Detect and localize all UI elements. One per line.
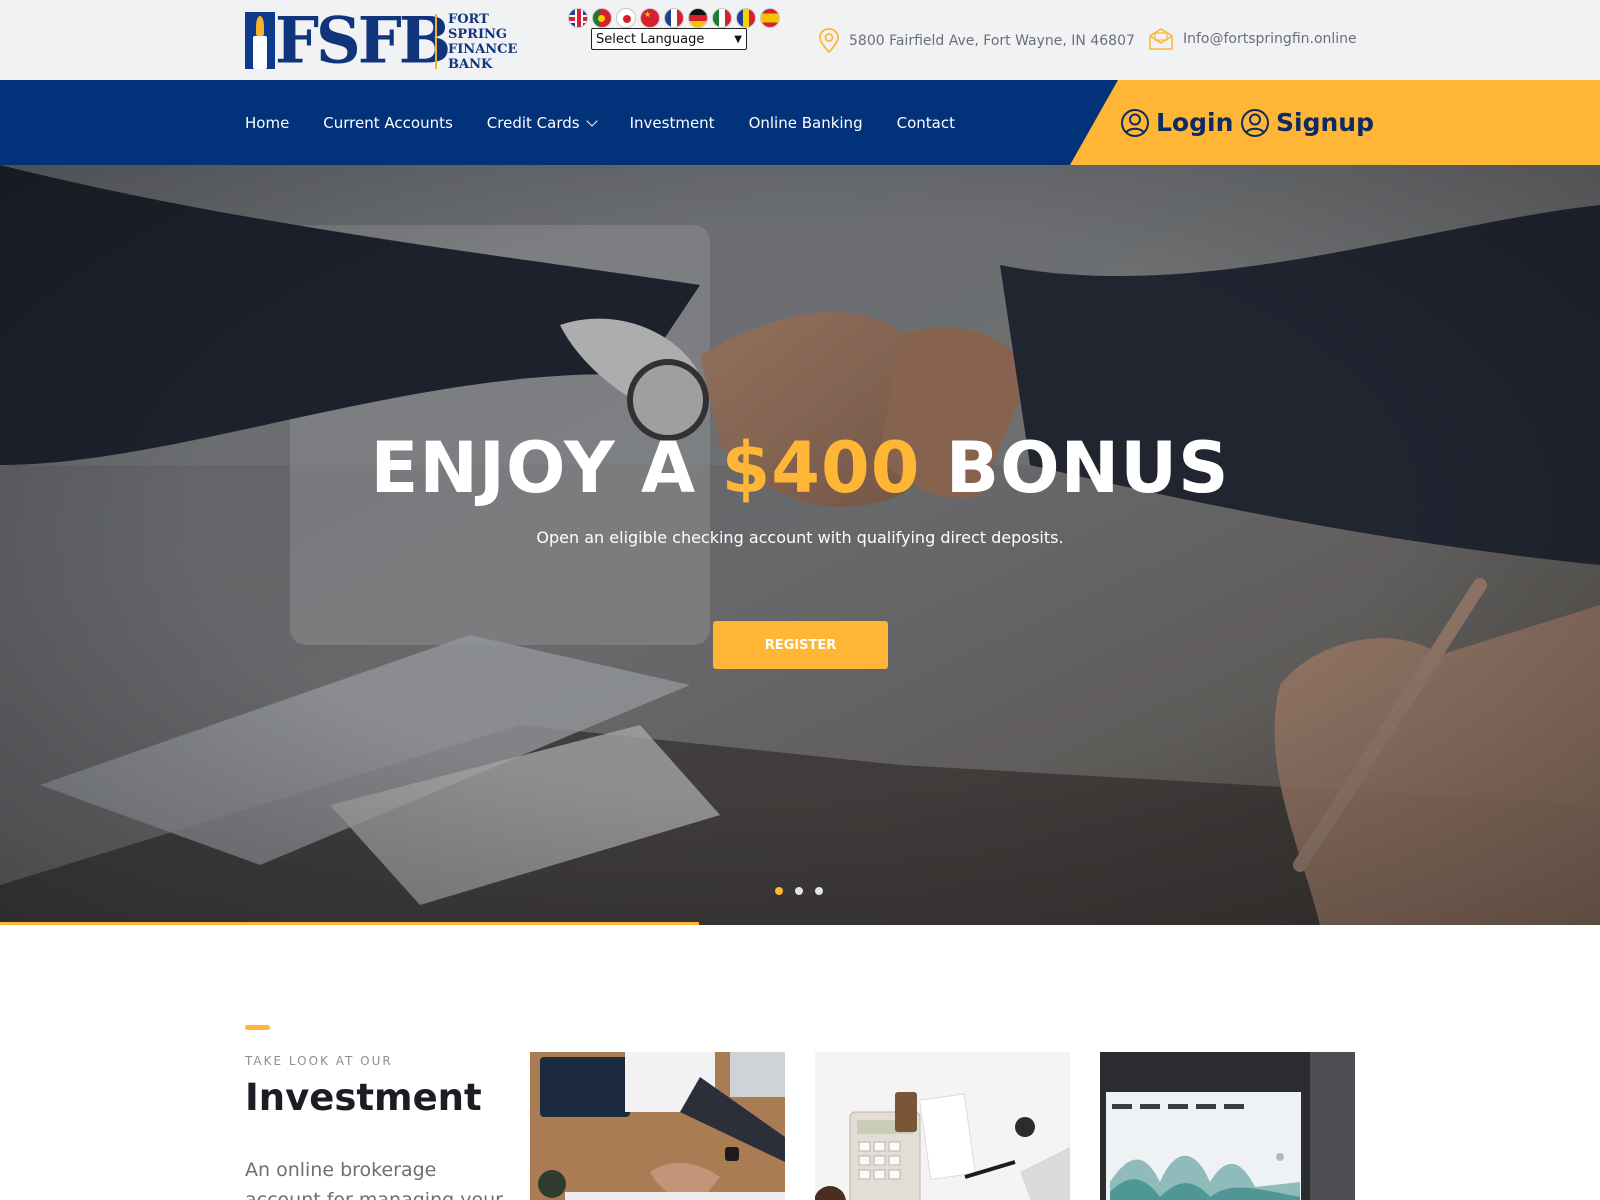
nav-label: Current Accounts xyxy=(323,113,453,132)
romanian-flag-icon[interactable] xyxy=(736,8,756,28)
logo-letters: FSFB xyxy=(275,3,451,78)
envelope-icon xyxy=(1149,28,1173,50)
portuguese-flag-icon[interactable] xyxy=(592,8,612,28)
address-info: 5800 Fairfield Ave, Fort Wayne, IN 46807 xyxy=(818,28,1135,54)
user-icon xyxy=(1241,108,1269,137)
nav-label: Online Banking xyxy=(748,113,863,132)
hero-slider: ENJOY A $400 BONUS Open an eligible chec… xyxy=(0,165,1600,925)
email-text[interactable]: Info@fortspringfin.online xyxy=(1183,31,1357,47)
english-flag-icon[interactable] xyxy=(568,8,588,28)
signup-label: Signup xyxy=(1276,108,1374,137)
italian-flag-icon[interactable] xyxy=(712,8,732,28)
chevron-down-icon: ▼ xyxy=(734,33,742,45)
nav-item-contact[interactable]: Contact xyxy=(897,114,955,132)
section-title: Investment xyxy=(245,1076,482,1119)
slider-dots xyxy=(775,887,823,895)
nav-item-investment[interactable]: Investment xyxy=(630,114,715,132)
top-bar: FSFB FORT SPRING FINANCE BANK Select Lan… xyxy=(0,0,1600,80)
hero-title-prefix: ENJOY A xyxy=(370,427,697,509)
nav-links: Home Current Accounts Credit Cards Inves… xyxy=(245,80,955,165)
spanish-flag-icon[interactable] xyxy=(760,8,780,28)
location-pin-icon xyxy=(819,28,839,54)
logo-divider xyxy=(435,14,437,69)
logo-line: FINANCE xyxy=(448,42,518,57)
slider-dot[interactable] xyxy=(775,887,783,895)
language-select-value: Select Language xyxy=(596,31,705,47)
nav-item-current-accounts[interactable]: Current Accounts xyxy=(323,114,453,132)
nav-label: Contact xyxy=(896,113,955,132)
section-body: An online brokerage account for managing… xyxy=(245,1159,503,1200)
investment-card-image[interactable] xyxy=(1100,1052,1355,1200)
chevron-down-icon xyxy=(585,114,598,127)
nav-item-online-banking[interactable]: Online Banking xyxy=(749,114,863,132)
nav-item-home[interactable]: Home xyxy=(245,114,289,132)
language-select[interactable]: Select Language ▼ xyxy=(591,28,747,50)
nav-label: Credit Cards xyxy=(486,113,580,132)
nav-label: Home xyxy=(245,113,290,132)
calculator-desk-photo xyxy=(815,1052,1070,1200)
chinese-flag-icon[interactable] xyxy=(640,8,660,28)
investment-card-image[interactable] xyxy=(530,1052,785,1200)
register-button[interactable]: REGISTER xyxy=(713,621,888,669)
german-flag-icon[interactable] xyxy=(688,8,708,28)
logo-line: SPRING xyxy=(448,27,508,42)
main-nav: Home Current Accounts Credit Cards Inves… xyxy=(0,80,1600,165)
handshake-desk-photo xyxy=(530,1052,785,1200)
login-label: Login xyxy=(1156,108,1234,137)
torch-icon xyxy=(245,12,275,69)
auth-area: Login Signup xyxy=(1070,80,1600,165)
french-flag-icon[interactable] xyxy=(664,8,684,28)
nav-item-credit-cards[interactable]: Credit Cards xyxy=(486,113,598,132)
slider-dot[interactable] xyxy=(795,887,803,895)
japanese-flag-icon[interactable] xyxy=(616,8,636,28)
section-kicker: TAKE LOOK AT OUR xyxy=(245,1054,393,1068)
hero-title: ENJOY A $400 BONUS xyxy=(0,428,1600,508)
logo-line: BANK xyxy=(448,57,493,72)
investment-card-image[interactable] xyxy=(815,1052,1070,1200)
hero-title-suffix: BONUS xyxy=(945,427,1230,509)
slider-dot[interactable] xyxy=(815,887,823,895)
hero-title-accent: $400 xyxy=(721,427,921,509)
analytics-laptop-photo xyxy=(1100,1052,1355,1200)
section-accent-bar xyxy=(245,1025,270,1030)
language-flags xyxy=(568,8,780,28)
login-button[interactable]: Login xyxy=(1120,80,1233,165)
signup-button[interactable]: Signup xyxy=(1240,80,1374,165)
hero-subtitle: Open an eligible checking account with q… xyxy=(536,528,1064,547)
address-text: 5800 Fairfield Ave, Fort Wayne, IN 46807 xyxy=(849,33,1135,49)
logo-text: FORT SPRING FINANCE BANK xyxy=(448,12,517,72)
nav-label: Investment xyxy=(629,113,715,132)
email-info[interactable]: Info@fortspringfin.online xyxy=(1148,28,1357,50)
slide-progress-bar xyxy=(0,922,699,925)
user-icon xyxy=(1121,108,1149,137)
logo-line: FORT xyxy=(448,12,489,27)
bank-logo[interactable]: FSFB FORT SPRING FINANCE BANK xyxy=(245,5,520,76)
